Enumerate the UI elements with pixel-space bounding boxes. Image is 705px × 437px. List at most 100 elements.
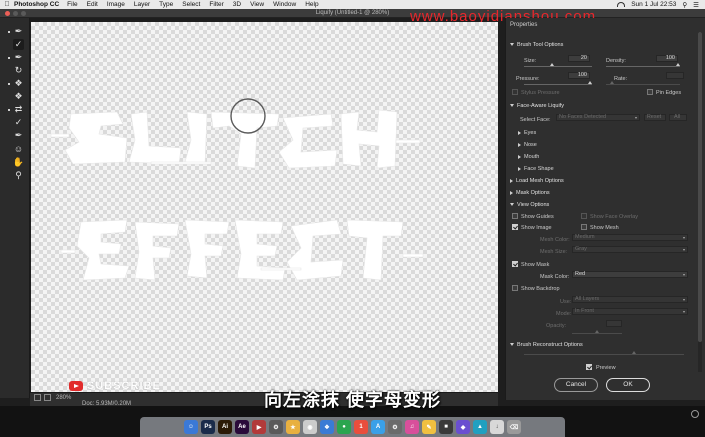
- app-icon[interactable]: ◆: [456, 420, 470, 434]
- reconstruct-slider[interactable]: [524, 354, 684, 355]
- menu-window[interactable]: Window: [273, 1, 296, 8]
- mouth-row[interactable]: Mouth: [518, 152, 705, 161]
- stylus-pressure-checkbox[interactable]: [512, 89, 518, 95]
- app-icon[interactable]: ★: [286, 420, 300, 434]
- calendar-icon[interactable]: 1: [354, 420, 368, 434]
- chevron-down-icon: [683, 236, 685, 239]
- system-preferences-icon[interactable]: ⚙: [388, 420, 402, 434]
- app-icon[interactable]: ■: [439, 420, 453, 434]
- app-icon[interactable]: ⚙: [269, 420, 283, 434]
- hand-icon[interactable]: ✋: [13, 157, 24, 168]
- menu-list-icon[interactable]: ☰: [693, 1, 699, 9]
- wifi-icon[interactable]: [617, 2, 626, 7]
- notes-icon[interactable]: ✎: [422, 420, 436, 434]
- menu-3d[interactable]: 3D: [233, 1, 241, 8]
- show-face-overlay-checkbox[interactable]: [581, 213, 587, 219]
- size-slider-knob[interactable]: [550, 63, 554, 66]
- zoom-window-icon[interactable]: [21, 11, 26, 16]
- finder-icon[interactable]: ☺: [184, 420, 198, 434]
- menu-layer[interactable]: Layer: [134, 1, 150, 8]
- show-image-checkbox[interactable]: [512, 224, 518, 230]
- app-icon[interactable]: ▶: [252, 420, 266, 434]
- menu-file[interactable]: File: [67, 1, 77, 8]
- thaw-mask-icon[interactable]: ✒: [13, 130, 24, 141]
- chrome-icon[interactable]: ◉: [303, 420, 317, 434]
- app-name-menu[interactable]: Photoshop CC: [14, 1, 59, 8]
- pressure-slider-knob[interactable]: [588, 81, 592, 84]
- menu-type[interactable]: Type: [159, 1, 173, 8]
- size-input[interactable]: 20: [568, 55, 590, 62]
- mode-dropdown[interactable]: In Front: [572, 308, 688, 315]
- rate-slider[interactable]: [606, 84, 680, 85]
- show-guides-checkbox[interactable]: [512, 213, 518, 219]
- all-faces-button[interactable]: All: [669, 114, 687, 121]
- menu-image[interactable]: Image: [107, 1, 125, 8]
- menu-select[interactable]: Select: [182, 1, 200, 8]
- clock[interactable]: Sun 1 Jul 22:53: [631, 1, 676, 8]
- freeze-mask-icon[interactable]: ✓: [13, 117, 24, 128]
- face-shape-row[interactable]: Face Shape: [518, 164, 705, 173]
- density-input[interactable]: 100: [656, 55, 678, 62]
- minimize-window-icon[interactable]: [13, 11, 18, 16]
- load-mesh-header[interactable]: Load Mesh Options: [510, 176, 704, 185]
- density-slider[interactable]: [606, 66, 680, 67]
- brush-tool-options-header[interactable]: Brush Tool Options: [510, 40, 704, 49]
- size-slider[interactable]: [524, 66, 592, 67]
- mesh-color-dropdown[interactable]: Medium: [572, 234, 688, 241]
- use-dropdown[interactable]: All Layers: [572, 296, 688, 303]
- forward-warp-icon[interactable]: ✒: [13, 26, 24, 37]
- select-face-dropdown[interactable]: No Faces Detected: [556, 114, 640, 121]
- pressure-slider[interactable]: [524, 84, 592, 85]
- reconstruct-slider-knob[interactable]: [632, 351, 636, 354]
- app-icon[interactable]: ▲: [473, 420, 487, 434]
- after-effects-icon[interactable]: Ae: [235, 420, 249, 434]
- illustrator-icon[interactable]: Ai: [218, 420, 232, 434]
- window-controls: [5, 11, 26, 16]
- face-tool-icon[interactable]: ☺: [13, 143, 24, 154]
- reconstruct-icon[interactable]: ✓: [13, 39, 24, 50]
- brush-reconstruct-header[interactable]: Brush Reconstruct Options: [510, 340, 704, 349]
- show-mesh-checkbox[interactable]: [581, 224, 587, 230]
- itunes-icon[interactable]: ♫: [405, 420, 419, 434]
- rate-slider-knob[interactable]: [610, 81, 614, 84]
- menu-filter[interactable]: Filter: [209, 1, 223, 8]
- show-mask-checkbox[interactable]: [512, 261, 518, 267]
- liquify-canvas[interactable]: SUBSCRIBE: [31, 22, 498, 392]
- reset-face-button[interactable]: Reset: [644, 114, 666, 121]
- zoom-icon[interactable]: ⚲: [13, 170, 24, 181]
- nose-row[interactable]: Nose: [518, 140, 705, 149]
- pucker-icon[interactable]: ❖: [13, 78, 24, 89]
- eyes-row[interactable]: Eyes: [518, 128, 705, 137]
- preview-checkbox[interactable]: [586, 364, 592, 370]
- trash-icon[interactable]: ⌫: [507, 420, 521, 434]
- app-store-icon[interactable]: A: [371, 420, 385, 434]
- smooth-icon[interactable]: ✒: [13, 52, 24, 63]
- downloads-icon[interactable]: ↓: [490, 420, 504, 434]
- bloat-icon[interactable]: ❖: [13, 91, 24, 102]
- safari-icon[interactable]: ❖: [320, 420, 334, 434]
- mask-options-header[interactable]: Mask Options: [510, 188, 704, 197]
- wechat-icon[interactable]: ●: [337, 420, 351, 434]
- pin-edges-checkbox[interactable]: [647, 89, 653, 95]
- mesh-size-dropdown[interactable]: Gray: [572, 246, 688, 253]
- apple-menu-icon[interactable]: : [0, 1, 14, 8]
- menu-edit[interactable]: Edit: [87, 1, 98, 8]
- density-slider-knob[interactable]: [676, 63, 680, 66]
- pressure-input[interactable]: 100: [568, 72, 590, 79]
- menu-help[interactable]: Help: [305, 1, 318, 8]
- rate-input[interactable]: [666, 72, 684, 79]
- face-aware-header[interactable]: Face-Aware Liquify: [510, 101, 704, 110]
- opacity-slider[interactable]: [572, 333, 622, 334]
- twirl-icon[interactable]: ↻: [13, 65, 24, 76]
- opacity-input[interactable]: [606, 320, 622, 327]
- mask-color-dropdown[interactable]: Red: [572, 271, 688, 278]
- push-left-icon[interactable]: ⇄: [13, 104, 24, 115]
- view-options-header[interactable]: View Options: [510, 200, 704, 209]
- photoshop-icon[interactable]: Ps: [201, 420, 215, 434]
- close-window-icon[interactable]: [5, 11, 10, 16]
- opacity-slider-knob[interactable]: [595, 330, 599, 333]
- show-backdrop-checkbox[interactable]: [512, 285, 518, 291]
- scrollbar-thumb[interactable]: [698, 32, 702, 342]
- menu-view[interactable]: View: [250, 1, 264, 8]
- search-icon[interactable]: ⚲: [682, 1, 687, 9]
